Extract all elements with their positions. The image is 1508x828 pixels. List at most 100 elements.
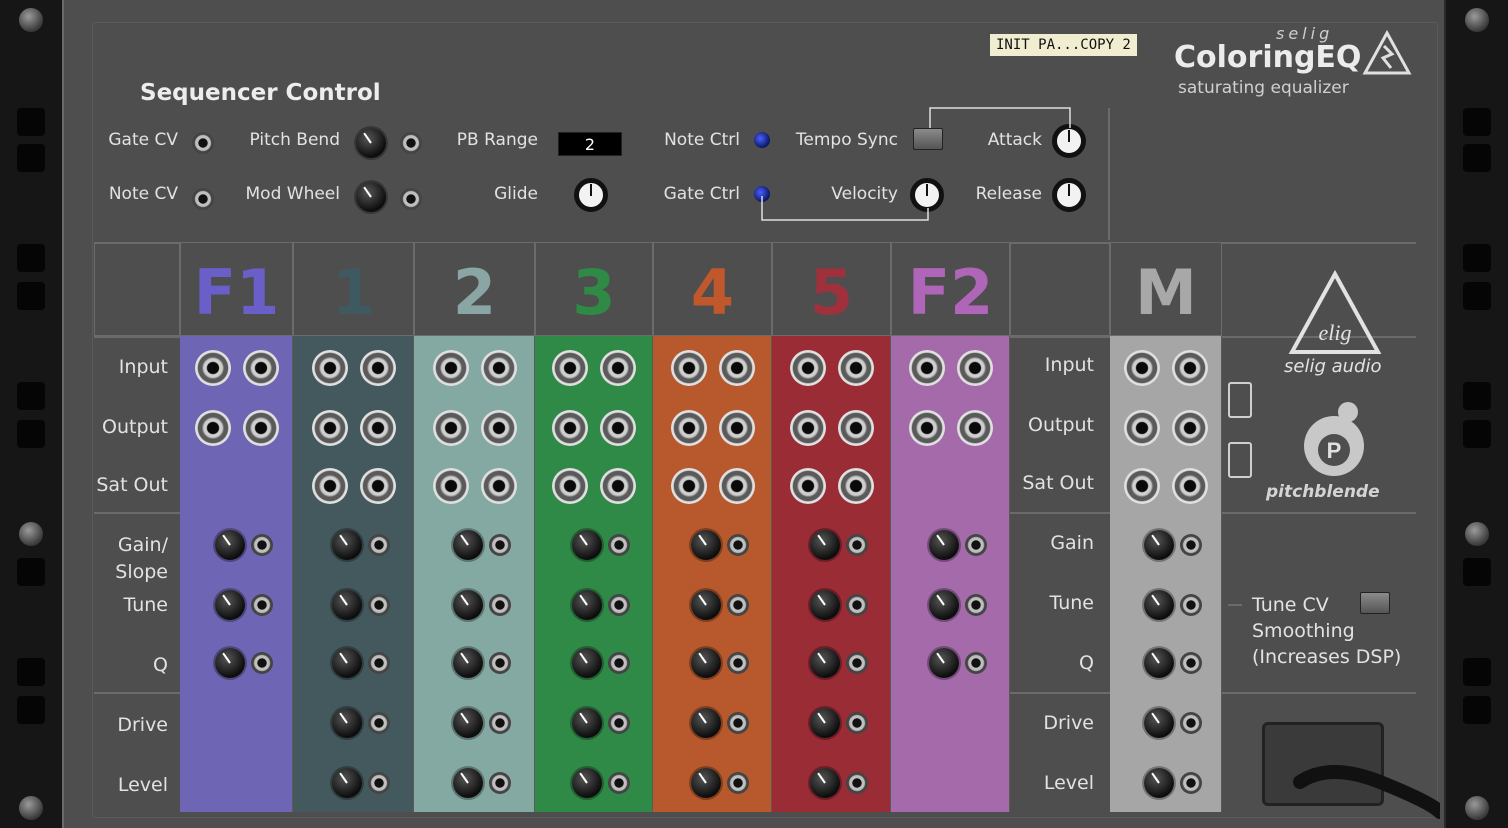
band-4-sat-jack[interactable] — [670, 468, 707, 504]
band-m-input-jack[interactable] — [1172, 350, 1208, 386]
band-4-sat-jack[interactable] — [718, 468, 755, 504]
band-3-q-knob[interactable] — [572, 648, 602, 678]
band-3-tune-cv-jack[interactable] — [608, 594, 630, 616]
pb-range-display[interactable]: 2 — [558, 132, 622, 156]
band-f1-gain-cv-jack[interactable] — [250, 534, 273, 556]
band-m-gain-cv-jack[interactable] — [1180, 534, 1202, 556]
band-1-output-jack[interactable] — [311, 410, 348, 446]
band-1-level-cv-jack[interactable] — [367, 772, 390, 794]
band-5-drive-cv-jack[interactable] — [845, 712, 868, 734]
gate-cv-jack[interactable] — [192, 132, 214, 154]
band-3-level-knob[interactable] — [572, 768, 602, 798]
band-2-sat-jack[interactable] — [432, 468, 469, 504]
tune-cv-smoothing-button[interactable] — [1360, 592, 1390, 614]
band-3-gain-cv-jack[interactable] — [608, 534, 630, 556]
band-1-drive-knob[interactable] — [331, 708, 362, 738]
pitch-bend-knob[interactable] — [356, 128, 386, 158]
band-f1-gain-knob[interactable] — [214, 530, 245, 560]
band-5-output-jack[interactable] — [837, 410, 874, 446]
band-2-q-cv-jack[interactable] — [488, 652, 511, 674]
band-3-q-cv-jack[interactable] — [608, 652, 630, 674]
band-5-output-jack[interactable] — [789, 410, 826, 446]
band-f2-output-jack[interactable] — [908, 410, 945, 446]
band-4-level-knob[interactable] — [690, 768, 721, 798]
band-f1-input-jack[interactable] — [242, 350, 279, 386]
band-1-q-knob[interactable] — [331, 648, 362, 678]
band-2-input-jack[interactable] — [432, 350, 469, 386]
rack-view-icon[interactable] — [1228, 442, 1252, 478]
band-f2-q-cv-jack[interactable] — [964, 652, 987, 674]
band-m-q-knob[interactable] — [1144, 648, 1174, 678]
band-f1-output-jack[interactable] — [194, 410, 231, 446]
band-4-output-jack[interactable] — [670, 410, 707, 446]
band-5-sat-jack[interactable] — [837, 468, 874, 504]
band-2-tune-cv-jack[interactable] — [488, 594, 511, 616]
band-f1-tune-cv-jack[interactable] — [250, 594, 273, 616]
pitch-bend-jack[interactable] — [400, 132, 422, 154]
band-3-sat-jack[interactable] — [552, 468, 588, 504]
band-m-input-jack[interactable] — [1124, 350, 1160, 386]
band-m-tune-knob[interactable] — [1144, 590, 1174, 620]
band-2-output-jack[interactable] — [480, 410, 517, 446]
band-2-level-knob[interactable] — [452, 768, 483, 798]
band-3-input-jack[interactable] — [552, 350, 588, 386]
band-5-sat-jack[interactable] — [789, 468, 826, 504]
band-4-drive-cv-jack[interactable] — [726, 712, 749, 734]
band-f1-tune-knob[interactable] — [214, 590, 245, 620]
band-1-output-jack[interactable] — [359, 410, 396, 446]
band-5-gain-knob[interactable] — [809, 530, 840, 560]
band-2-output-jack[interactable] — [432, 410, 469, 446]
band-5-input-jack[interactable] — [789, 350, 826, 386]
band-f1-q-cv-jack[interactable] — [250, 652, 273, 674]
mod-wheel-jack[interactable] — [400, 188, 422, 210]
band-1-sat-jack[interactable] — [311, 468, 348, 504]
band-4-tune-cv-jack[interactable] — [726, 594, 749, 616]
band-m-drive-cv-jack[interactable] — [1180, 712, 1202, 734]
band-4-gain-cv-jack[interactable] — [726, 534, 749, 556]
band-1-input-jack[interactable] — [311, 350, 348, 386]
band-4-q-cv-jack[interactable] — [726, 652, 749, 674]
band-m-level-cv-jack[interactable] — [1180, 772, 1202, 794]
band-1-level-knob[interactable] — [331, 768, 362, 798]
band-4-input-jack[interactable] — [670, 350, 707, 386]
band-f2-tune-cv-jack[interactable] — [964, 594, 987, 616]
band-1-sat-jack[interactable] — [359, 468, 396, 504]
band-5-q-knob[interactable] — [809, 648, 840, 678]
band-m-sat-jack[interactable] — [1172, 468, 1208, 504]
band-3-tune-knob[interactable] — [572, 590, 602, 620]
band-5-tune-knob[interactable] — [809, 590, 840, 620]
band-f2-output-jack[interactable] — [956, 410, 993, 446]
band-m-tune-cv-jack[interactable] — [1180, 594, 1202, 616]
band-4-output-jack[interactable] — [718, 410, 755, 446]
band-5-tune-cv-jack[interactable] — [845, 594, 868, 616]
band-f2-input-jack[interactable] — [908, 350, 945, 386]
band-5-input-jack[interactable] — [837, 350, 874, 386]
band-f2-gain-cv-jack[interactable] — [964, 534, 987, 556]
band-f2-input-jack[interactable] — [956, 350, 993, 386]
band-1-tune-cv-jack[interactable] — [367, 594, 390, 616]
band-2-gain-knob[interactable] — [452, 530, 483, 560]
band-3-output-jack[interactable] — [600, 410, 636, 446]
band-m-q-cv-jack[interactable] — [1180, 652, 1202, 674]
band-m-drive-knob[interactable] — [1144, 708, 1174, 738]
band-1-tune-knob[interactable] — [331, 590, 362, 620]
band-3-level-cv-jack[interactable] — [608, 772, 630, 794]
glide-dial[interactable] — [574, 178, 608, 212]
band-1-q-cv-jack[interactable] — [367, 652, 390, 674]
band-5-level-knob[interactable] — [809, 768, 840, 798]
band-2-input-jack[interactable] — [480, 350, 517, 386]
band-4-q-knob[interactable] — [690, 648, 721, 678]
band-1-input-jack[interactable] — [359, 350, 396, 386]
band-3-gain-knob[interactable] — [572, 530, 602, 560]
band-5-level-cv-jack[interactable] — [845, 772, 868, 794]
band-2-sat-jack[interactable] — [480, 468, 517, 504]
band-f1-output-jack[interactable] — [242, 410, 279, 446]
band-2-drive-knob[interactable] — [452, 708, 483, 738]
band-m-gain-knob[interactable] — [1144, 530, 1174, 560]
band-3-input-jack[interactable] — [600, 350, 636, 386]
rack-view-icon[interactable] — [1228, 382, 1252, 418]
band-4-gain-knob[interactable] — [690, 530, 721, 560]
band-1-gain-knob[interactable] — [331, 530, 362, 560]
band-5-drive-knob[interactable] — [809, 708, 840, 738]
band-3-sat-jack[interactable] — [600, 468, 636, 504]
